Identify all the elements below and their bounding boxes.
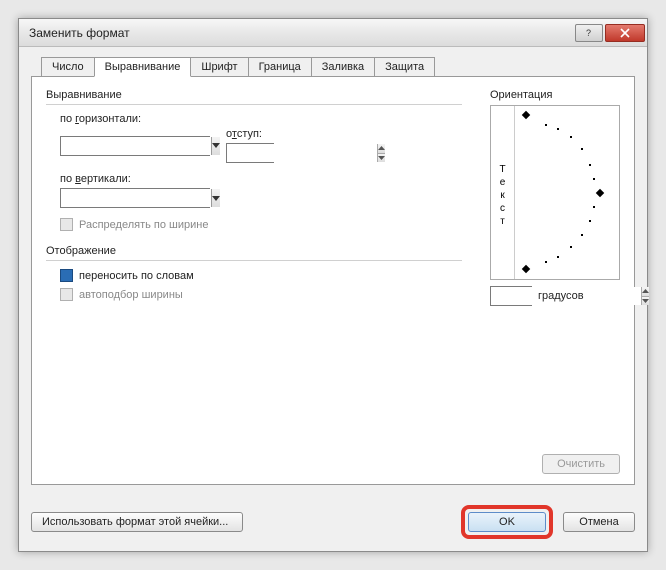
tab-strip: Число Выравнивание Шрифт Граница Заливка…	[41, 57, 635, 77]
spin-up-icon[interactable]	[378, 144, 385, 153]
horizontal-label: по горизонтали:	[60, 113, 462, 125]
orientation-group-label: Ориентация	[490, 89, 620, 101]
window-title: Заменить формат	[29, 26, 575, 40]
tab-protection[interactable]: Защита	[374, 57, 435, 77]
close-button[interactable]	[605, 24, 645, 42]
left-column: Выравнивание по горизонтали: отступ:	[46, 89, 462, 472]
alignment-fields: по горизонтали: отступ:	[46, 113, 462, 231]
indent-label: отступ:	[226, 128, 274, 140]
chevron-down-icon[interactable]	[211, 189, 220, 207]
orientation-box[interactable]: Текст	[490, 105, 620, 280]
distribute-label: Распределять по ширине	[79, 219, 208, 231]
tab-panel: Выравнивание по горизонтали: отступ:	[31, 76, 635, 485]
display-group-label: Отображение	[46, 245, 462, 257]
autofit-row: автоподбор ширины	[60, 288, 462, 301]
orientation-column: Ориентация Текст	[490, 89, 620, 472]
wrap-label: переносить по словам	[79, 270, 194, 282]
vertical-label: по вертикали:	[60, 173, 462, 185]
clear-button[interactable]: Очистить	[542, 454, 620, 474]
tab-fill[interactable]: Заливка	[311, 57, 375, 77]
titlebar: Заменить формат ?	[19, 19, 647, 47]
degrees-spin[interactable]	[490, 286, 532, 306]
spin-up-icon[interactable]	[642, 287, 649, 296]
titlebar-buttons: ?	[575, 24, 645, 42]
dialog-content: Число Выравнивание Шрифт Граница Заливка…	[19, 47, 647, 495]
tab-border[interactable]: Граница	[248, 57, 312, 77]
divider	[46, 104, 462, 105]
display-fields: переносить по словам автоподбор ширины	[46, 269, 462, 301]
orientation-dial[interactable]	[515, 106, 619, 279]
autofit-checkbox	[60, 288, 73, 301]
autofit-label: автоподбор ширины	[79, 289, 183, 301]
wrap-checkbox[interactable]	[60, 269, 73, 282]
svg-text:?: ?	[586, 28, 591, 38]
distribute-row: Распределять по ширине	[60, 218, 462, 231]
tab-number[interactable]: Число	[41, 57, 95, 77]
vertical-combo[interactable]	[60, 188, 210, 208]
horizontal-combo[interactable]	[60, 136, 210, 156]
dialog-window: Заменить формат ? Число Выравнивание Шри…	[18, 18, 648, 552]
spin-down-icon[interactable]	[378, 153, 385, 163]
vertical-input[interactable]	[61, 189, 211, 207]
help-button[interactable]: ?	[575, 24, 603, 42]
indent-spin[interactable]	[226, 143, 274, 163]
spin-down-icon[interactable]	[642, 296, 649, 306]
divider	[46, 260, 462, 261]
orientation-vertical-text[interactable]: Текст	[491, 106, 515, 279]
cancel-button[interactable]: Отмена	[563, 512, 635, 532]
indent-input[interactable]	[227, 144, 377, 162]
horizontal-input[interactable]	[61, 137, 211, 155]
indent-field: отступ:	[226, 128, 274, 163]
degrees-label: градусов	[538, 290, 584, 302]
tab-alignment[interactable]: Выравнивание	[94, 57, 192, 77]
ok-highlight: OK	[461, 505, 553, 539]
tab-font[interactable]: Шрифт	[190, 57, 248, 77]
alignment-group-label: Выравнивание	[46, 89, 462, 101]
distribute-checkbox	[60, 218, 73, 231]
use-cell-format-button[interactable]: Использовать формат этой ячейки...	[31, 512, 243, 532]
ok-button[interactable]: OK	[468, 512, 546, 532]
degrees-row: градусов	[490, 286, 620, 306]
dialog-footer: Использовать формат этой ячейки... OK От…	[19, 495, 647, 551]
chevron-down-icon[interactable]	[211, 137, 220, 155]
wrap-row: переносить по словам	[60, 269, 462, 282]
